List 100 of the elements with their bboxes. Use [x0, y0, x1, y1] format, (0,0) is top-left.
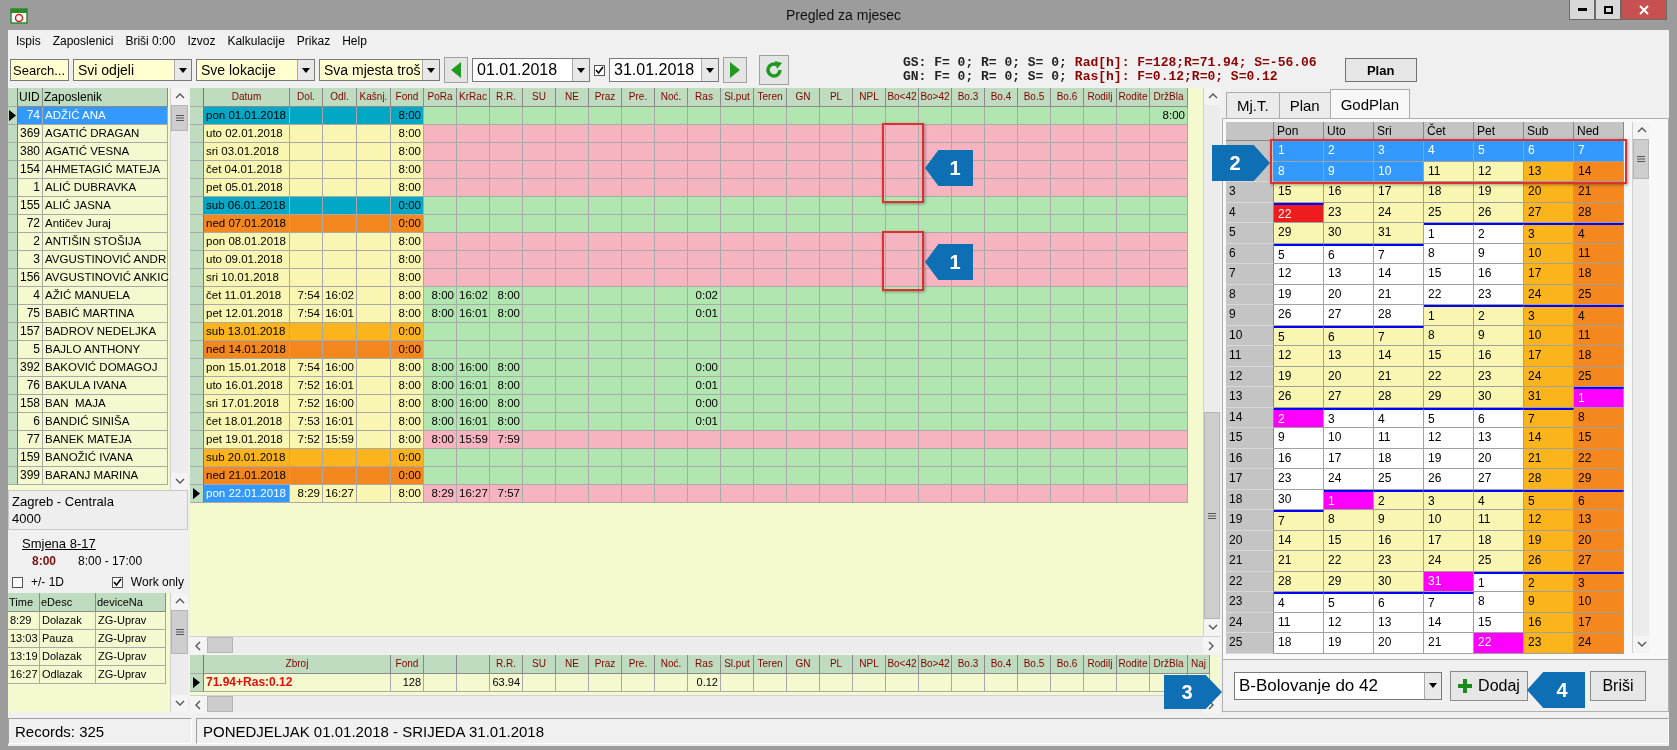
table-cell[interactable]: ned 14.01.2018 — [204, 341, 290, 359]
search-button[interactable]: Search... — [10, 59, 69, 81]
calendar-day[interactable]: 6 — [1374, 592, 1424, 613]
table-cell[interactable]: sri 10.01.2018 — [204, 269, 290, 287]
table-cell[interactable]: pet 12.01.2018 — [204, 305, 290, 323]
calendar-day[interactable]: 30 — [1374, 571, 1424, 592]
calendar-day[interactable]: 20 — [1374, 633, 1424, 654]
calendar-day[interactable]: 3 — [1524, 305, 1574, 326]
scroll-up-button[interactable] — [1204, 88, 1221, 105]
calendar-day[interactable]: 25 — [1424, 202, 1474, 223]
calendar-day[interactable]: 31 — [1524, 387, 1574, 408]
calendar-day[interactable]: 2 — [1474, 223, 1524, 244]
calendar-day[interactable]: 24 — [1524, 366, 1574, 387]
calendar-day[interactable]: 13 — [1324, 264, 1374, 285]
column-header[interactable]: Fond — [391, 88, 424, 107]
calendar-day[interactable]: 22 — [1424, 366, 1474, 387]
calendar-day[interactable]: 15 — [1424, 264, 1474, 285]
calendar-day[interactable]: 30 — [1474, 387, 1524, 408]
calendar-day[interactable]: 4 — [1374, 407, 1424, 428]
calendar-day[interactable]: 12 — [1424, 428, 1474, 449]
column-header[interactable]: Bo.5 — [1018, 655, 1051, 674]
calendar-day[interactable]: 18 — [1274, 633, 1324, 654]
calendar-day[interactable]: 31 — [1374, 223, 1424, 244]
calendar-day[interactable]: 6 — [1324, 243, 1374, 264]
maximize-button[interactable] — [1595, 0, 1621, 20]
calendar-day[interactable]: 28 — [1274, 571, 1324, 592]
scroll-thumb[interactable] — [171, 610, 188, 654]
calendar-day[interactable]: 15 — [1424, 346, 1474, 367]
calendar-day[interactable]: 19 — [1474, 182, 1524, 203]
column-header[interactable]: Ras — [688, 88, 721, 107]
calendar-day[interactable]: 18 — [1474, 530, 1524, 551]
calendar-day[interactable]: 18 — [1374, 448, 1424, 469]
shift-link[interactable]: Smjena 8-17 — [22, 536, 188, 551]
calendar-day[interactable]: 26 — [1274, 305, 1324, 326]
calendar-day[interactable]: 23 — [1374, 551, 1424, 572]
calendar-day[interactable]: 17 — [1324, 448, 1374, 469]
calendar-day[interactable]: 15 — [1324, 530, 1374, 551]
table-cell[interactable]: AŽIĆ MANUELA — [43, 287, 168, 305]
calendar-day[interactable]: 7 — [1524, 407, 1574, 428]
calendar-day[interactable]: 29 — [1274, 223, 1324, 244]
calendar-day[interactable]: 10 — [1424, 510, 1474, 531]
table-cell[interactable]: BAN MAJA — [43, 395, 168, 413]
calendar-day[interactable]: 26 — [1524, 551, 1574, 572]
calendar-day[interactable]: 11 — [1574, 243, 1624, 264]
calendar-day[interactable]: 10 — [1324, 428, 1374, 449]
calendar-day[interactable]: 6 — [1474, 407, 1524, 428]
table-cell[interactable]: čet 18.01.2018 — [204, 413, 290, 431]
calendar-day[interactable]: 22 — [1424, 284, 1474, 305]
calendar-day[interactable]: 25 — [1574, 284, 1624, 305]
scroll-thumb[interactable] — [171, 105, 188, 132]
scroll-thumb[interactable] — [1633, 139, 1649, 180]
calendar-day[interactable]: 4 — [1574, 223, 1624, 244]
scroll-up-button[interactable] — [1633, 122, 1650, 139]
scroll-thumb[interactable] — [207, 637, 234, 653]
calendar-day[interactable]: 20 — [1474, 448, 1524, 469]
absence-type-dropdown[interactable]: B-Bolovanje do 42 — [1234, 671, 1442, 700]
calendar-day[interactable]: 5 — [1524, 489, 1574, 510]
calendar-day[interactable]: 4 — [1574, 305, 1624, 326]
calendar-day[interactable]: 18 — [1424, 182, 1474, 203]
row-indicator[interactable] — [190, 674, 204, 692]
calendar-day[interactable]: 28 — [1574, 202, 1624, 223]
calendar-day[interactable]: 21 — [1574, 182, 1624, 203]
menu-item[interactable]: Prikaz — [290, 34, 337, 48]
column-header[interactable]: Bo<42 — [886, 655, 919, 674]
tab[interactable]: GodPlan — [1329, 89, 1411, 118]
scrollbar[interactable] — [170, 88, 188, 490]
calendar-day[interactable]: 2 — [1474, 305, 1524, 326]
column-header[interactable]: Bo.3 — [952, 655, 985, 674]
calendar-day[interactable]: 22 — [1324, 551, 1374, 572]
table-cell[interactable]: ned 21.01.2018 — [204, 467, 290, 485]
calendar-day[interactable]: 30 — [1274, 489, 1324, 510]
calendar-day[interactable]: 20 — [1524, 182, 1574, 203]
column-header[interactable]: R.R. — [490, 88, 523, 107]
table-cell[interactable]: BADROV NEDELJKA — [43, 323, 168, 341]
column-header[interactable]: Zaposlenik — [43, 88, 168, 107]
calendar-day[interactable]: 11 — [1274, 612, 1324, 633]
calendar-day[interactable]: 23 — [1474, 366, 1524, 387]
date-field[interactable]: 31.01.2018 — [609, 58, 719, 82]
calendar-day[interactable]: 30 — [1324, 223, 1374, 244]
column-header[interactable]: Datum — [204, 88, 290, 107]
calendar-day[interactable]: 5 — [1324, 592, 1374, 613]
calendar-day[interactable]: 19 — [1424, 448, 1474, 469]
column-header[interactable]: Kašnj. — [357, 88, 391, 107]
column-header[interactable]: Rodite — [1117, 655, 1150, 674]
table-cell[interactable]: BANOŽIĆ IVANA — [43, 449, 168, 467]
column-header[interactable]: Bo>42 — [919, 88, 952, 107]
calendar-day[interactable]: 8 — [1474, 592, 1524, 613]
scrollbar[interactable] — [190, 636, 1220, 653]
table-cell[interactable]: ALIĆ DUBRAVKA — [43, 179, 168, 197]
scrollbar[interactable] — [170, 593, 188, 712]
table-cell[interactable]: AGATIĆ VESNA — [43, 143, 168, 161]
calendar-day[interactable]: 14 — [1374, 346, 1424, 367]
table-cell[interactable]: uto 16.01.2018 — [204, 377, 290, 395]
column-header[interactable]: Noć. — [655, 655, 688, 674]
calendar-day[interactable]: 7 — [1424, 592, 1474, 613]
calendar-day[interactable]: 12 — [1524, 510, 1574, 531]
calendar-day[interactable]: 9 — [1374, 510, 1424, 531]
column-header[interactable]: NPL — [853, 655, 886, 674]
scroll-thumb[interactable] — [207, 696, 234, 712]
column-header[interactable]: Fond — [391, 655, 424, 674]
